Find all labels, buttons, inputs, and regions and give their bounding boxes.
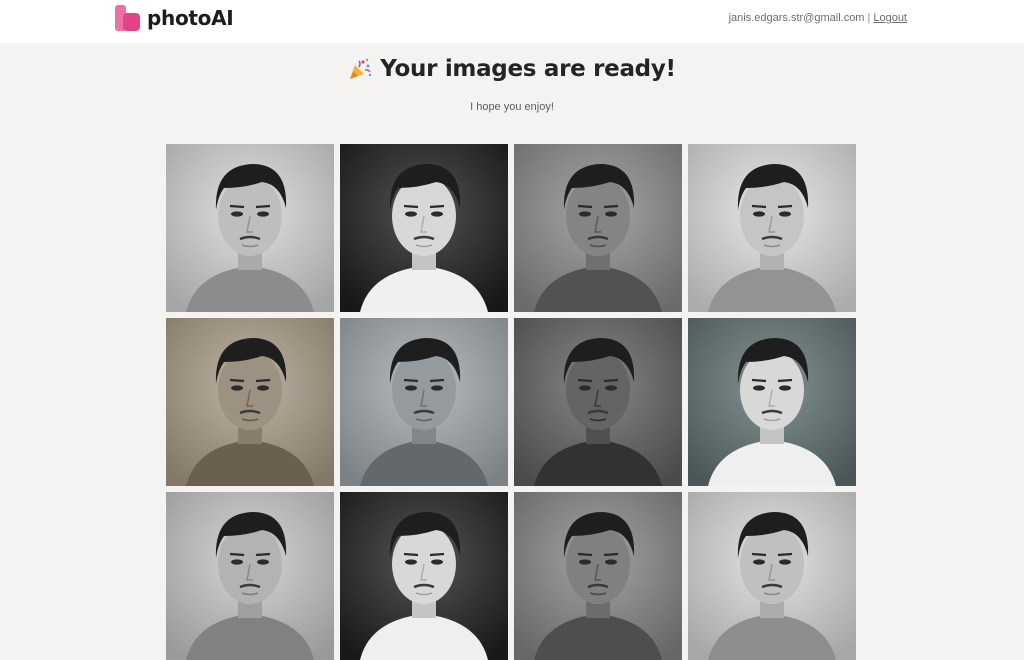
top-header: photoAI janis.edgars.str@gmail.com | Logou… bbox=[0, 0, 1024, 43]
portrait-image bbox=[514, 318, 682, 486]
gallery-image[interactable] bbox=[166, 492, 334, 660]
logo-text: photoAI bbox=[147, 6, 234, 30]
portrait-image bbox=[514, 492, 682, 660]
photoai-logo-icon bbox=[115, 5, 140, 31]
gallery-image[interactable] bbox=[514, 318, 682, 486]
gallery-image[interactable] bbox=[688, 318, 856, 486]
gallery-image[interactable] bbox=[514, 144, 682, 312]
portrait-image bbox=[688, 144, 856, 312]
page-title: Your images are ready! bbox=[380, 56, 676, 82]
portrait-image bbox=[688, 492, 856, 660]
portrait-image bbox=[688, 318, 856, 486]
logo[interactable]: photoAI bbox=[114, 4, 234, 32]
page-title-row: Your images are ready! bbox=[0, 56, 1024, 82]
image-gallery bbox=[166, 144, 856, 660]
page-subtitle: I hope you enjoy! bbox=[470, 101, 554, 113]
gallery-image[interactable] bbox=[166, 144, 334, 312]
account-separator: | bbox=[867, 12, 871, 24]
portrait-image bbox=[340, 318, 508, 486]
logout-link[interactable]: Logout bbox=[873, 12, 907, 24]
gallery-image[interactable] bbox=[688, 144, 856, 312]
gallery-image[interactable] bbox=[340, 144, 508, 312]
gallery-image[interactable] bbox=[688, 492, 856, 660]
gallery-image[interactable] bbox=[514, 492, 682, 660]
user-email: janis.edgars.str@gmail.com bbox=[728, 12, 865, 24]
gallery-image[interactable] bbox=[340, 492, 508, 660]
gallery-image[interactable] bbox=[166, 318, 334, 486]
portrait-image bbox=[166, 318, 334, 486]
portrait-image bbox=[340, 144, 508, 312]
gallery-image[interactable] bbox=[340, 318, 508, 486]
portrait-image bbox=[514, 144, 682, 312]
party-popper-icon bbox=[350, 58, 372, 79]
portrait-image bbox=[166, 144, 334, 312]
account-area: janis.edgars.str@gmail.com | Logout bbox=[729, 12, 907, 24]
portrait-image bbox=[340, 492, 508, 660]
portrait-image bbox=[166, 492, 334, 660]
